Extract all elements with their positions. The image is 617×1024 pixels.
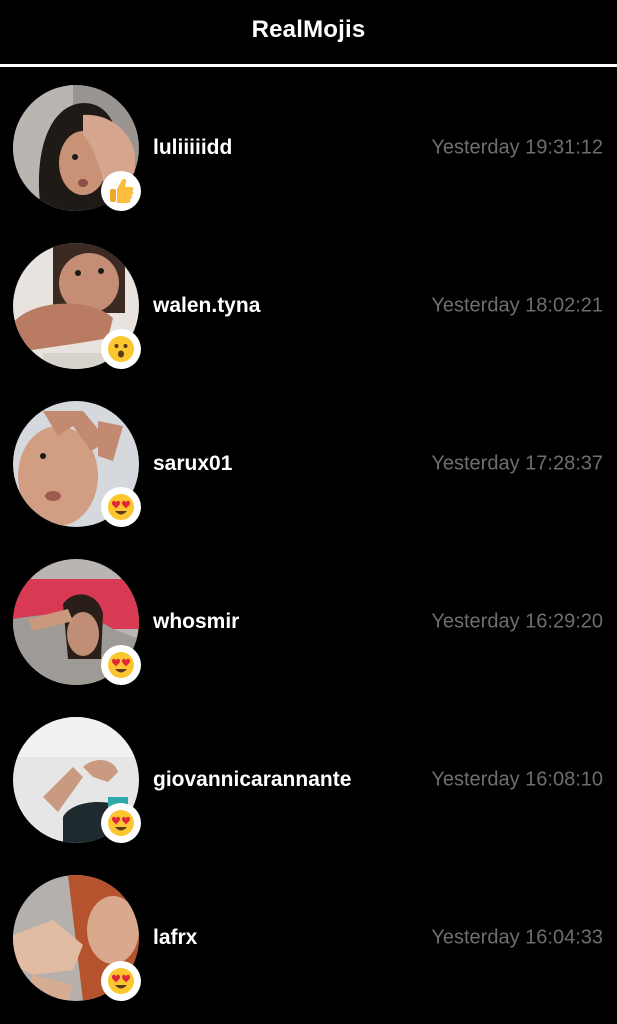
list-item[interactable]: walen.tyna Yesterday 18:02:21 [0,243,617,369]
reaction-badge [101,171,141,211]
heart-eyes-icon [108,494,134,520]
timestamp: Yesterday 18:02:21 [431,294,603,317]
username[interactable]: lafrx [153,926,197,950]
reaction-badge [101,487,141,527]
list-item[interactable]: luliiiiidd Yesterday 19:31:12 [0,85,617,211]
reaction-badge [101,645,141,685]
page-title: RealMojis [251,16,366,43]
username[interactable]: walen.tyna [153,294,260,318]
timestamp: Yesterday 16:04:33 [431,926,603,949]
username[interactable]: giovannicarannante [153,768,351,792]
heart-eyes-icon [108,810,134,836]
list-item[interactable]: lafrx Yesterday 16:04:33 [0,875,617,1001]
heart-eyes-icon [108,968,134,994]
list-item[interactable]: whosmir Yesterday 16:29:20 [0,559,617,685]
top-bar: RealMojis [0,0,617,67]
thumbs-up-icon [110,179,134,203]
reaction-badge [101,329,141,369]
list-item[interactable]: giovannicarannante Yesterday 16:08:10 [0,717,617,843]
surprised-face-icon [108,336,134,362]
timestamp: Yesterday 16:08:10 [431,768,603,791]
timestamp: Yesterday 19:31:12 [431,136,603,159]
reaction-badge [101,803,141,843]
username[interactable]: sarux01 [153,452,232,476]
username[interactable]: whosmir [153,610,239,634]
reaction-badge [101,961,141,1001]
timestamp: Yesterday 17:28:37 [431,452,603,475]
timestamp: Yesterday 16:29:20 [431,610,603,633]
username[interactable]: luliiiiidd [153,136,232,160]
heart-eyes-icon [108,652,134,678]
list-item[interactable]: sarux01 Yesterday 17:28:37 [0,401,617,527]
